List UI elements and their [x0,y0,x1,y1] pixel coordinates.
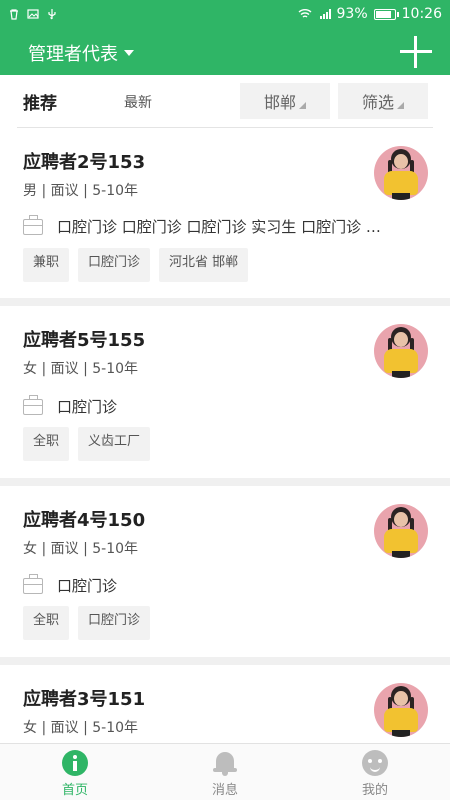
avatar[interactable] [374,324,428,378]
candidate-name: 应聘者3号151 [23,689,146,710]
nav-me[interactable]: 我的 [335,750,415,798]
nav-me-label: 我的 [361,783,388,798]
smiley-icon [362,750,388,776]
candidate-salary: 面议 [50,541,79,557]
tag-list: 全职 义齿工厂 [23,427,151,461]
position-row: 口腔门诊 [23,394,118,417]
filter-label: 筛选 [361,93,394,112]
position-list: 口腔门诊 [57,398,118,416]
filter-button[interactable]: 筛选 [338,83,428,119]
caret-down-icon [124,50,134,56]
system-status: 93% 10:26 [297,6,442,22]
candidate-name: 应聘者4号150 [23,510,146,531]
plus-icon[interactable] [400,36,432,68]
candidate-card[interactable]: 应聘者4号150 女 | 面议 | 5-10年 口腔门诊 全职 口腔门诊 [0,486,450,657]
candidate-gender: 女 [23,541,37,557]
candidate-name: 应聘者2号153 [23,152,146,173]
tag: 河北省 邯郸 [159,248,249,282]
candidate-gender: 女 [23,361,37,377]
bottom-navigation: 首页 消息 我的 [0,743,450,800]
candidate-meta: 男 | 面议 | 5-10年 [23,183,139,199]
position-row: 口腔门诊 [23,573,118,596]
tag: 兼职 [23,248,70,282]
candidate-meta: 女 | 面议 | 5-10年 [23,541,139,557]
briefcase-icon [23,394,43,415]
tag: 义齿工厂 [78,427,151,461]
wifi-icon [298,9,311,18]
usb-icon [48,9,56,20]
candidate-meta: 女 | 面议 | 5-10年 [23,361,139,377]
status-bar: 93% 10:26 [0,0,450,28]
candidate-experience: 5-10年 [92,183,139,199]
image-icon [27,9,39,19]
city-filter-button[interactable]: 邯郸 [240,83,330,119]
candidate-salary: 面议 [50,720,79,736]
tag-list: 全职 口腔门诊 [23,606,151,640]
tag: 口腔门诊 [78,606,151,640]
corner-triangle-icon [299,101,306,109]
avatar[interactable] [374,683,428,737]
trash-icon [10,9,18,20]
tag: 全职 [23,427,70,461]
candidate-gender: 女 [23,720,37,736]
nav-messages-label: 消息 [211,783,238,798]
candidate-salary: 面议 [50,361,79,377]
battery-icon [373,8,399,20]
position-list: 口腔门诊 [57,577,118,595]
card-separator [0,657,450,665]
nav-home-label: 首页 [61,783,88,798]
city-filter-label: 邯郸 [263,93,296,112]
top-app-bar: 管理者代表 [0,28,450,75]
tag: 口腔门诊 [78,248,151,282]
candidate-card[interactable]: 应聘者3号151 女 | 面议 | 5-10年 [0,665,450,743]
tag: 全职 [23,606,70,640]
candidate-meta: 女 | 面议 | 5-10年 [23,720,139,736]
candidate-card[interactable]: 应聘者5号155 女 | 面议 | 5-10年 口腔门诊 全职 义齿工厂 [0,306,450,478]
candidate-experience: 5-10年 [92,541,139,557]
briefcase-icon [23,573,43,594]
clock: 10:26 [401,6,442,22]
nav-messages[interactable]: 消息 [185,750,265,798]
tab-recommend[interactable]: 推荐 [23,89,57,114]
battery-percent: 93% [336,6,368,22]
nav-home[interactable]: 首页 [35,750,115,798]
card-separator [0,478,450,486]
signal-icon [319,9,331,19]
candidate-salary: 面议 [50,183,79,199]
avatar[interactable] [374,504,428,558]
tab-latest[interactable]: 最新 [124,92,152,112]
briefcase-icon [23,214,43,235]
card-separator [0,298,450,306]
position-title: 管理者代表 [28,44,118,65]
candidate-gender: 男 [23,183,37,199]
battery-fill [375,10,392,18]
candidate-name: 应聘者5号155 [23,330,146,351]
bell-icon [212,750,238,776]
home-icon [62,750,88,776]
notification-icons [8,8,58,20]
position-row: 口腔门诊 口腔门诊 口腔门诊 实习生 口腔门诊 … [23,214,381,237]
position-list: 口腔门诊 口腔门诊 口腔门诊 实习生 口腔门诊 … [57,218,381,236]
filter-bar: 推荐 最新 邯郸 筛选 [0,75,450,127]
candidate-experience: 5-10年 [92,720,139,736]
corner-triangle-icon [397,101,404,109]
candidate-card[interactable]: 应聘者2号153 男 | 面议 | 5-10年 口腔门诊 口腔门诊 口腔门诊 实… [0,128,450,298]
candidate-experience: 5-10年 [92,361,139,377]
avatar[interactable] [374,146,428,200]
tag-list: 兼职 口腔门诊 河北省 邯郸 [23,248,249,282]
position-selector[interactable]: 管理者代表 [28,40,134,66]
